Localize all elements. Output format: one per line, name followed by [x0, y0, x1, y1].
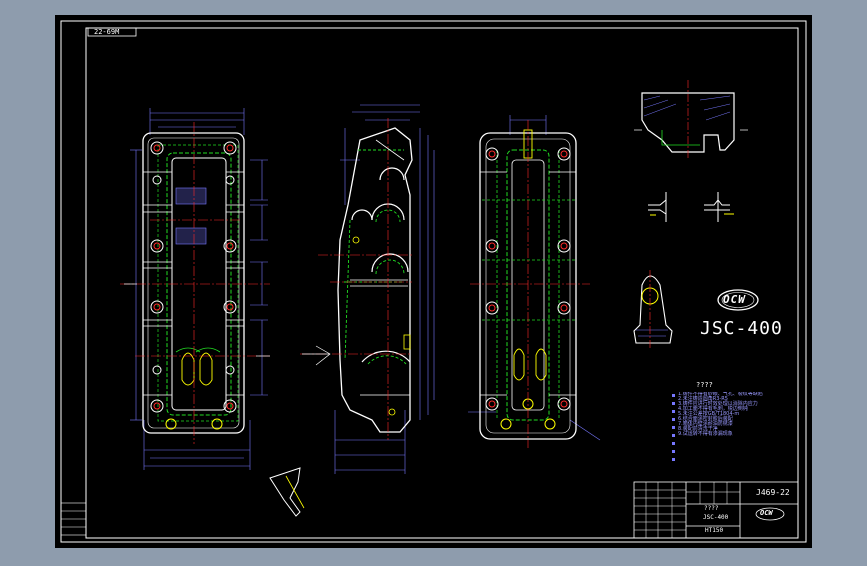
notes-list: 1.铸件不得有砂眼、气孔、裂纹等缺陷 2.未注铸造圆角R3-R5 3.铸件应进行… [678, 392, 774, 437]
cad-viewport[interactable]: 22-69M OCW JSC-400 ???? 1.铸件不得有砂眼、气孔、裂纹等… [0, 0, 867, 562]
title-block-logo: OCW [760, 509, 773, 517]
title-block-model: JSC-400 [703, 514, 729, 521]
notes-title: ???? [696, 381, 713, 389]
note-line: 9.试运转不得有渗漏现象 [678, 431, 733, 437]
drawing-canvas[interactable] [0, 0, 867, 562]
drawing-sheet [55, 15, 812, 548]
notes-markers [672, 394, 675, 461]
model-label: JSC-400 [700, 318, 783, 339]
title-block-drawing-no: J469-22 [756, 488, 790, 497]
drawing-tag: 22-69M [94, 28, 120, 36]
logo-text: OCW [723, 293, 746, 306]
title-block-material: HT150 [705, 527, 724, 534]
title-block-name: ???? [704, 505, 719, 512]
